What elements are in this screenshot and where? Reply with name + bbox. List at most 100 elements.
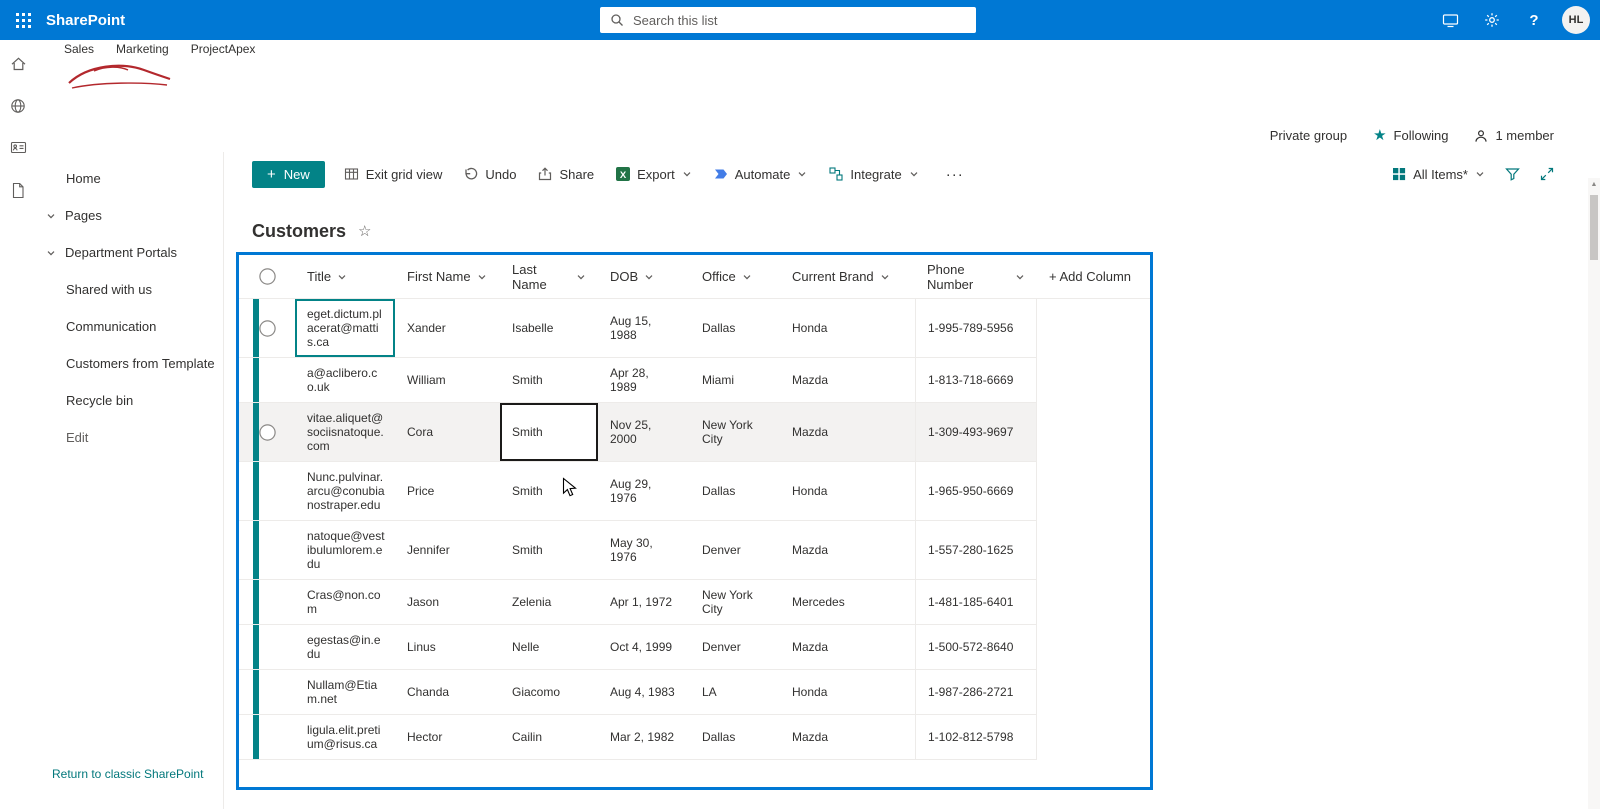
cell-title[interactable]: Cras@non.com: [295, 580, 395, 624]
cell-first-name[interactable]: Jason: [395, 580, 500, 624]
cell-last-name[interactable]: Isabelle: [500, 299, 598, 357]
cell-last-name[interactable]: Smith: [500, 521, 598, 579]
row-select-cell[interactable]: [239, 715, 295, 759]
table-row[interactable]: egestas@in.edu Linus Nelle Oct 4, 1999 Denve…: [239, 625, 1037, 670]
cell-current-brand[interactable]: Honda: [780, 299, 915, 357]
sidebar-item-home[interactable]: Home: [36, 160, 223, 197]
cell-phone[interactable]: 1-102-812-5798: [915, 715, 1037, 759]
cell-dob[interactable]: May 30, 1976: [598, 521, 690, 579]
cell-dob[interactable]: Nov 25, 2000: [598, 403, 690, 461]
cell-first-name[interactable]: Cora: [395, 403, 500, 461]
cell-office[interactable]: Denver: [690, 625, 780, 669]
cell-title[interactable]: vitae.aliquet@sociisnatoque.com: [295, 403, 395, 461]
cell-office[interactable]: Dallas: [690, 299, 780, 357]
cell-phone[interactable]: 1-557-280-1625: [915, 521, 1037, 579]
cell-current-brand[interactable]: Mazda: [780, 715, 915, 759]
favorite-list-button[interactable]: ☆: [358, 223, 371, 240]
cell-current-brand[interactable]: Honda: [780, 462, 915, 520]
cell-office[interactable]: Denver: [690, 521, 780, 579]
table-row[interactable]: Nunc.pulvinar.arcu@conubianostraper.edu P…: [239, 462, 1037, 521]
cell-phone[interactable]: 1-965-950-6669: [915, 462, 1037, 520]
table-row[interactable]: eget.dictum.placerat@mattis.ca Xander Isab…: [239, 299, 1037, 358]
cell-title[interactable]: Nunc.pulvinar.arcu@conubianostraper.edu: [295, 462, 395, 520]
cell-dob[interactable]: Mar 2, 1982: [598, 715, 690, 759]
filter-button[interactable]: [1505, 167, 1520, 181]
cell-office[interactable]: Dallas: [690, 462, 780, 520]
command-export[interactable]: X Export: [607, 159, 701, 189]
cell-first-name[interactable]: Linus: [395, 625, 500, 669]
row-select-cell[interactable]: [239, 521, 295, 579]
cell-title[interactable]: ligula.elit.pretium@risus.ca: [295, 715, 395, 759]
vertical-scrollbar[interactable]: ▲: [1588, 178, 1600, 809]
cell-last-name[interactable]: Nelle: [500, 625, 598, 669]
cell-phone[interactable]: 1-987-286-2721: [915, 670, 1037, 714]
cell-first-name[interactable]: William: [395, 358, 500, 402]
column-header-phone-number[interactable]: Phone Number: [915, 255, 1037, 298]
cell-current-brand[interactable]: Mazda: [780, 358, 915, 402]
hub-nav-link-projectapex[interactable]: ProjectApex: [191, 42, 256, 56]
cell-phone[interactable]: 1-813-718-6669: [915, 358, 1037, 402]
table-row[interactable]: natoque@vestibulumlorem.edu Jennifer Smith…: [239, 521, 1037, 580]
scroll-up-arrow[interactable]: ▲: [1588, 181, 1600, 188]
cell-first-name[interactable]: Chanda: [395, 670, 500, 714]
row-select-cell[interactable]: [239, 580, 295, 624]
cell-dob[interactable]: Aug 4, 1983: [598, 670, 690, 714]
cell-dob[interactable]: Apr 1, 1972: [598, 580, 690, 624]
hub-nav-link-marketing[interactable]: Marketing: [116, 42, 169, 56]
cell-title[interactable]: natoque@vestibulumlorem.edu: [295, 521, 395, 579]
cell-title[interactable]: Nullam@Etiam.net: [295, 670, 395, 714]
cell-current-brand[interactable]: Mazda: [780, 403, 915, 461]
cell-first-name[interactable]: Price: [395, 462, 500, 520]
column-header-first-name[interactable]: First Name: [395, 255, 500, 298]
cell-office[interactable]: Dallas: [690, 715, 780, 759]
cell-current-brand[interactable]: Mazda: [780, 625, 915, 669]
rail-documents-button[interactable]: [11, 182, 25, 200]
column-header-title[interactable]: Title: [295, 255, 395, 298]
hub-nav-link-sales[interactable]: Sales: [64, 42, 94, 56]
cell-title[interactable]: a@aclibero.co.uk: [295, 358, 395, 402]
cell-dob[interactable]: Aug 15, 1988: [598, 299, 690, 357]
members-button[interactable]: 1 member: [1474, 128, 1554, 143]
cell-last-name[interactable]: Smith: [500, 462, 598, 520]
table-row[interactable]: Nullam@Etiam.net Chanda Giacomo Aug 4, 1983…: [239, 670, 1037, 715]
cell-current-brand[interactable]: Mazda: [780, 521, 915, 579]
table-row[interactable]: Cras@non.com Jason Zelenia Apr 1, 1972 New Y…: [239, 580, 1037, 625]
add-column-button[interactable]: + Add Column: [1037, 255, 1150, 298]
avatar[interactable]: HL: [1562, 6, 1590, 34]
row-select-cell[interactable]: [239, 625, 295, 669]
cell-first-name[interactable]: Jennifer: [395, 521, 500, 579]
rail-home-button[interactable]: [10, 56, 27, 74]
search-input[interactable]: Search this list: [600, 7, 976, 33]
cell-last-name[interactable]: Zelenia: [500, 580, 598, 624]
cell-dob[interactable]: Apr 28, 1989: [598, 358, 690, 402]
column-header-dob[interactable]: DOB: [598, 255, 690, 298]
cell-office[interactable]: LA: [690, 670, 780, 714]
cell-current-brand[interactable]: Honda: [780, 670, 915, 714]
row-select-cell[interactable]: [239, 403, 295, 461]
site-logo[interactable]: [64, 56, 174, 103]
cell-title[interactable]: eget.dictum.placerat@mattis.ca: [295, 299, 395, 357]
cell-office[interactable]: New York City: [690, 580, 780, 624]
command-overflow-button[interactable]: ···: [938, 166, 972, 183]
column-header-last-name[interactable]: Last Name: [500, 255, 598, 298]
help-button[interactable]: ?: [1520, 6, 1548, 34]
view-selector-button[interactable]: All Items*: [1392, 167, 1485, 182]
row-select-cell[interactable]: [239, 358, 295, 402]
cell-last-name[interactable]: Cailin: [500, 715, 598, 759]
row-select-cell[interactable]: [239, 299, 295, 357]
new-button[interactable]: + New: [252, 160, 325, 188]
cell-last-name[interactable]: Giacomo: [500, 670, 598, 714]
cell-phone[interactable]: 1-481-185-6401: [915, 580, 1037, 624]
sidebar-item-customers-from-template[interactable]: Customers from Template: [36, 345, 223, 382]
cell-last-name[interactable]: Smith: [500, 358, 598, 402]
cell-last-name[interactable]: Smith: [500, 403, 598, 461]
cell-title[interactable]: egestas@in.edu: [295, 625, 395, 669]
command-share[interactable]: Share: [529, 159, 603, 189]
select-all-checkbox[interactable]: [239, 255, 295, 298]
cell-first-name[interactable]: Xander: [395, 299, 500, 357]
cell-first-name[interactable]: Hector: [395, 715, 500, 759]
sidebar-item-edit[interactable]: Edit: [36, 419, 223, 456]
scrollbar-thumb[interactable]: [1590, 195, 1598, 260]
cell-phone[interactable]: 1-500-572-8640: [915, 625, 1037, 669]
cell-office[interactable]: Miami: [690, 358, 780, 402]
